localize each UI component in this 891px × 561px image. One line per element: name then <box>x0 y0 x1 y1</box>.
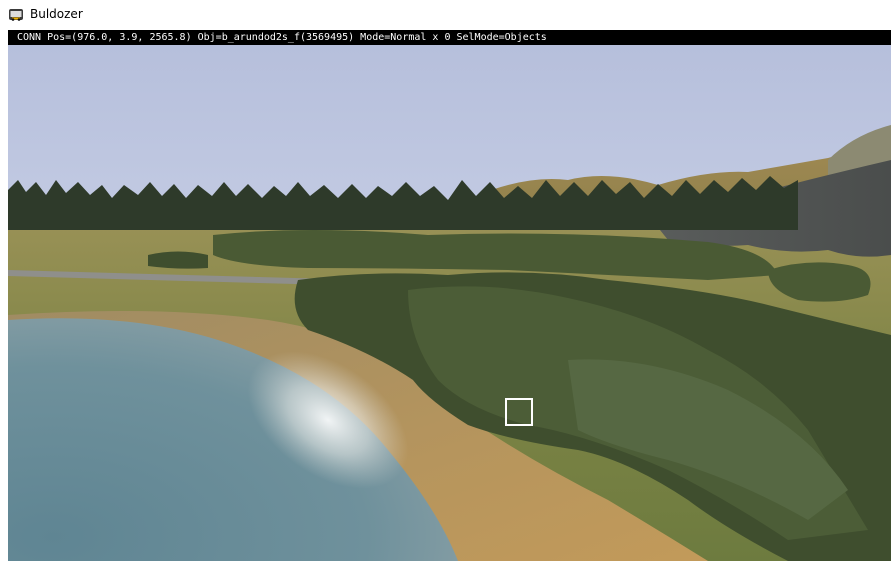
status-bar: CONN Pos=(976.0, 3.9, 2565.8) Obj=b_arun… <box>8 30 891 45</box>
selection-cursor[interactable] <box>505 398 533 426</box>
bulldozer-app-icon <box>9 9 23 21</box>
title-bar[interactable]: Buldozer <box>0 0 891 30</box>
window-title: Buldozer <box>30 7 83 21</box>
terrain-scene <box>8 30 891 561</box>
3d-viewport[interactable]: CONN Pos=(976.0, 3.9, 2565.8) Obj=b_arun… <box>8 30 891 561</box>
window-frame-left <box>0 30 8 561</box>
